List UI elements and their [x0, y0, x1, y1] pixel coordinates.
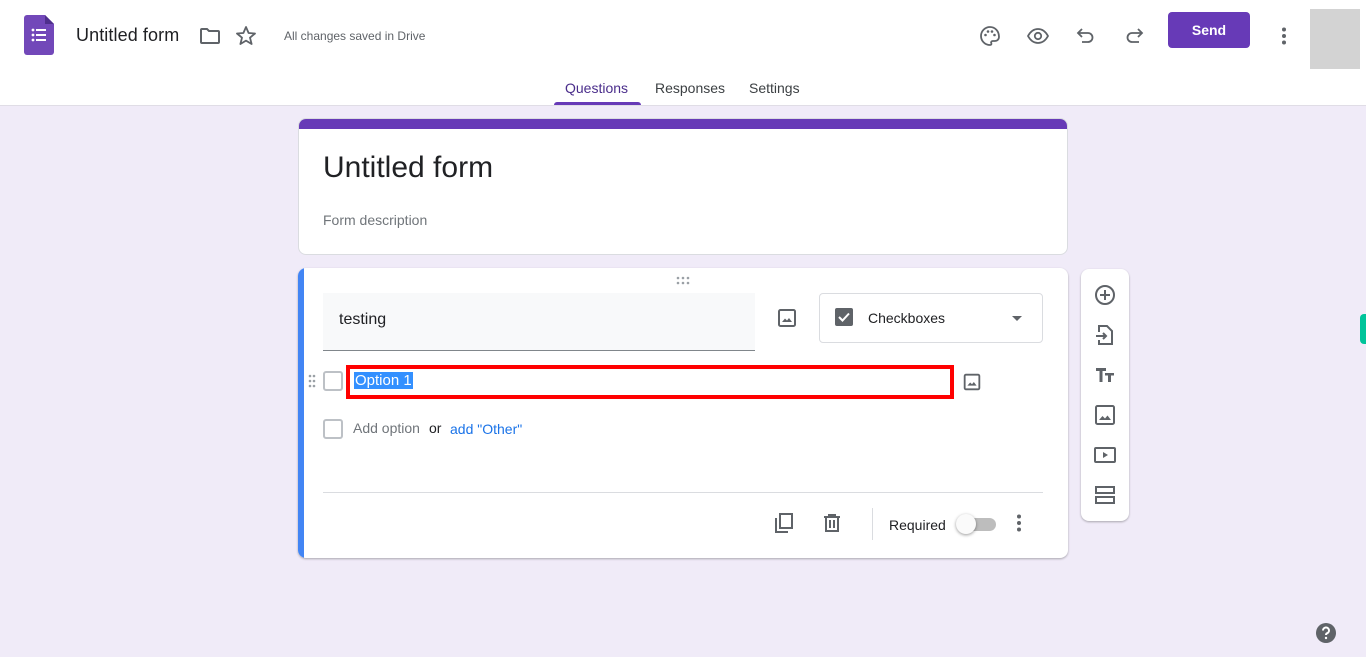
- option-image-icon[interactable]: [961, 371, 983, 393]
- add-image-icon[interactable]: [775, 306, 799, 330]
- drag-handle-icon[interactable]: [675, 276, 691, 286]
- add-question-icon[interactable]: [1093, 283, 1117, 307]
- form-title-input[interactable]: Untitled form: [323, 151, 493, 185]
- add-option-checkbox: [323, 419, 343, 439]
- checkbox-type-icon: [834, 307, 854, 327]
- preview-eye-icon[interactable]: [1026, 24, 1050, 48]
- forms-logo-icon[interactable]: [24, 15, 54, 55]
- import-questions-icon[interactable]: [1093, 323, 1117, 347]
- account-avatar[interactable]: [1310, 9, 1360, 69]
- palette-icon[interactable]: [978, 24, 1002, 48]
- add-image-icon[interactable]: [1093, 403, 1117, 427]
- tab-settings[interactable]: Settings: [749, 80, 800, 96]
- form-title-card: Untitled form Form description: [298, 118, 1068, 255]
- option-drag-handle-icon[interactable]: [308, 374, 316, 388]
- tab-responses[interactable]: Responses: [655, 80, 725, 96]
- add-title-icon[interactable]: [1093, 363, 1117, 387]
- toggle-thumb: [956, 514, 976, 534]
- required-label: Required: [889, 517, 946, 533]
- option-checkbox[interactable]: [323, 371, 343, 391]
- footer-vertical-divider: [872, 508, 873, 540]
- floating-toolbar: [1081, 269, 1129, 521]
- required-toggle[interactable]: [956, 514, 996, 534]
- side-panel-tab[interactable]: [1360, 314, 1366, 344]
- redo-icon[interactable]: [1122, 24, 1146, 48]
- more-vert-icon[interactable]: [1272, 24, 1296, 48]
- active-question-indicator: [298, 268, 304, 558]
- question-type-label: Checkboxes: [868, 310, 946, 326]
- add-other-link[interactable]: add "Other": [450, 421, 522, 437]
- question-type-dropdown[interactable]: Checkboxes: [819, 293, 1043, 343]
- title-card-accent-bar: [299, 119, 1067, 129]
- chevron-down-icon: [1010, 312, 1024, 326]
- option-1-selected-text: Option 1: [354, 372, 413, 389]
- undo-icon[interactable]: [1074, 24, 1098, 48]
- footer-divider: [323, 492, 1043, 493]
- save-status: All changes saved in Drive: [284, 29, 426, 43]
- folder-icon[interactable]: [198, 24, 222, 48]
- form-description-input[interactable]: Form description: [323, 212, 427, 228]
- top-header: Untitled form All changes saved in Drive…: [0, 0, 1366, 106]
- option-1-input[interactable]: Option 1: [346, 365, 954, 399]
- send-button[interactable]: Send: [1168, 12, 1250, 48]
- tab-questions[interactable]: Questions: [565, 80, 628, 96]
- duplicate-icon[interactable]: [772, 511, 796, 535]
- add-video-icon[interactable]: [1093, 443, 1117, 467]
- delete-icon[interactable]: [820, 511, 844, 535]
- question-card[interactable]: testing Checkboxes Option 1 Add option o…: [298, 268, 1068, 558]
- question-title-input[interactable]: testing: [323, 293, 755, 351]
- form-tabs: Questions Responses Settings: [0, 70, 1366, 106]
- active-tab-indicator: [554, 102, 641, 105]
- document-title[interactable]: Untitled form: [76, 25, 179, 46]
- or-label: or: [429, 420, 442, 436]
- help-icon[interactable]: [1316, 623, 1336, 643]
- question-more-icon[interactable]: [1007, 511, 1031, 535]
- add-option-input[interactable]: Add option: [353, 420, 420, 436]
- add-section-icon[interactable]: [1093, 483, 1117, 507]
- star-icon[interactable]: [234, 24, 258, 48]
